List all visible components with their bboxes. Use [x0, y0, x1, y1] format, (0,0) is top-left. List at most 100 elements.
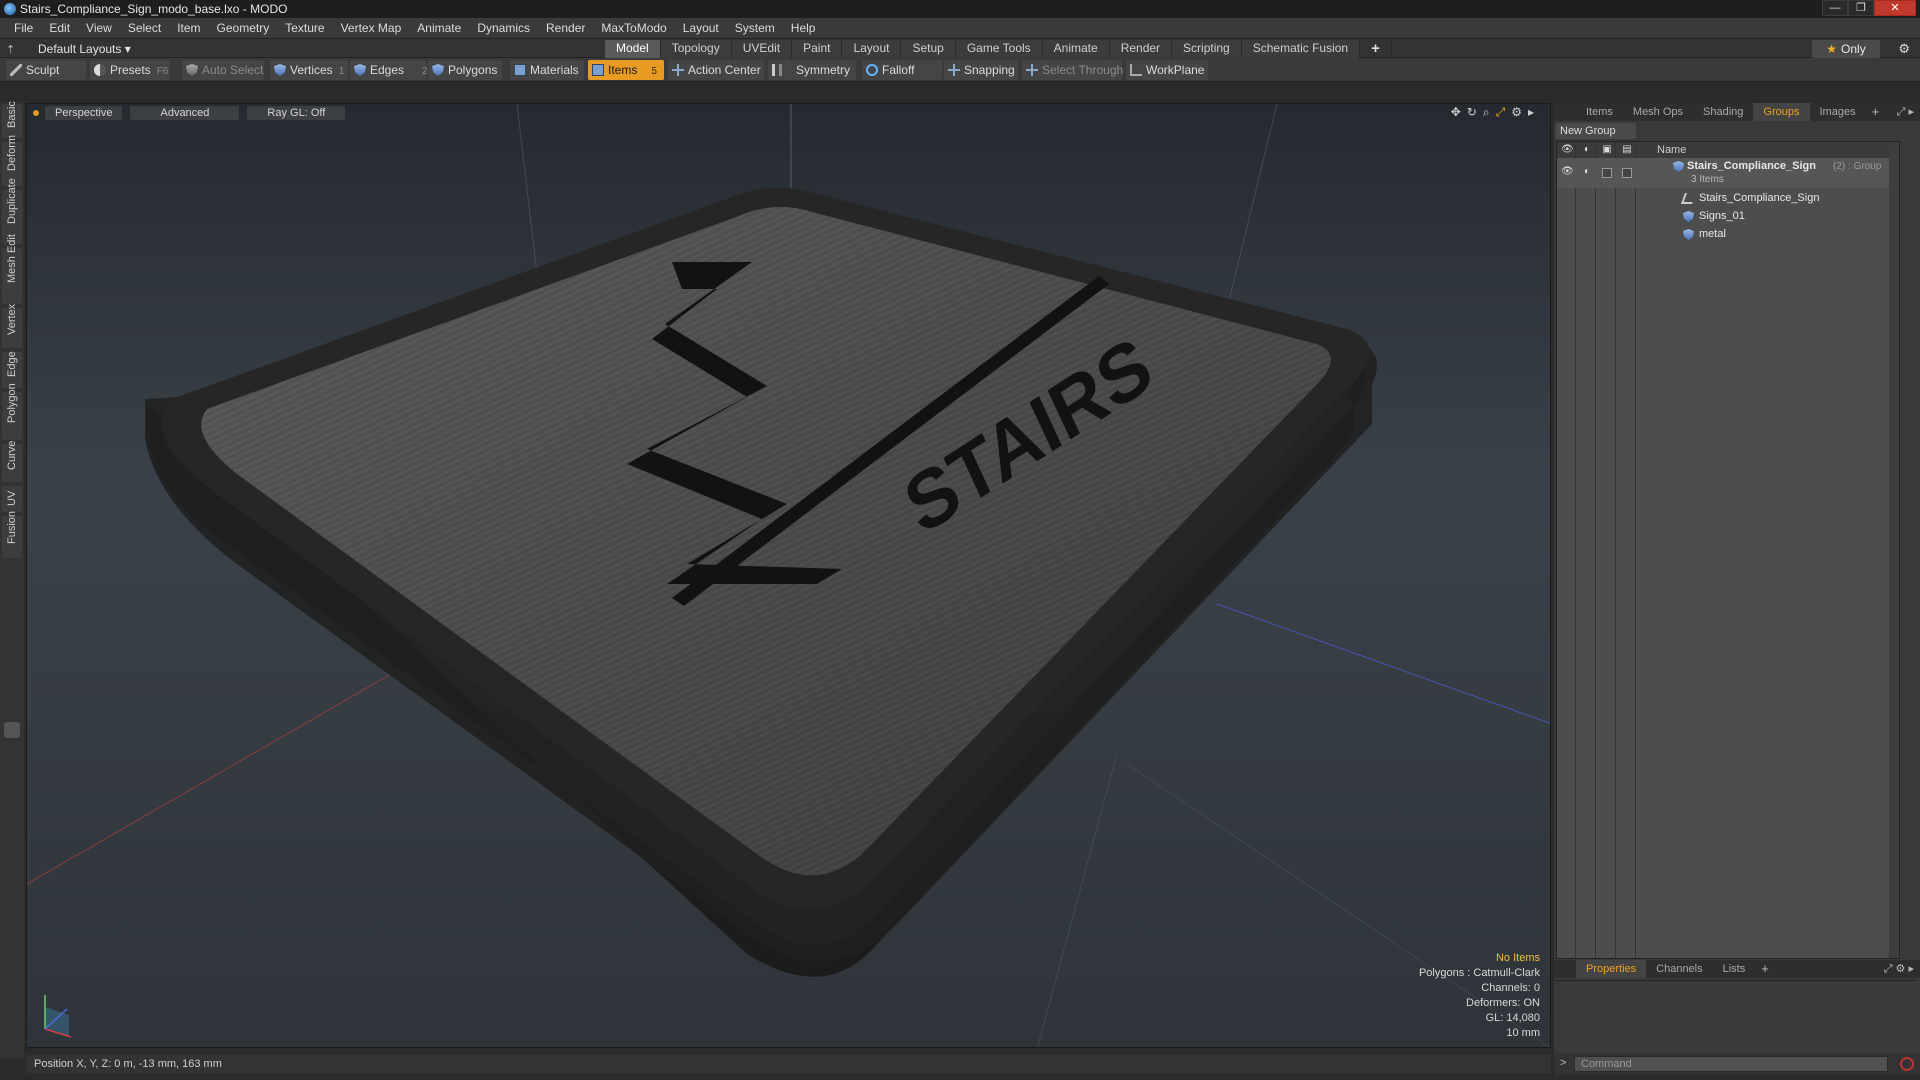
falloff-button[interactable]: Falloff — [862, 60, 942, 80]
vtab-vertex[interactable]: Vertex — [2, 304, 22, 348]
select-column-icon[interactable]: ▤ — [1621, 144, 1633, 156]
vtab-polygon[interactable]: Polygon — [2, 383, 22, 440]
menu-help[interactable]: Help — [783, 18, 824, 38]
tab-setup[interactable]: Setup — [901, 40, 956, 58]
menu-vertex-map[interactable]: Vertex Map — [333, 18, 410, 38]
tab-animate[interactable]: Animate — [1042, 40, 1110, 58]
group-type: : Group — [1848, 161, 1882, 172]
vtab-curve[interactable]: Curve — [2, 441, 22, 482]
render-column-icon[interactable]: ◐ — [1581, 144, 1593, 156]
layouts-selector[interactable]: ⇡ Default Layouts ▾ — [6, 39, 131, 59]
tab-uvedit[interactable]: UVEdit — [731, 40, 793, 58]
auto-select-button[interactable]: Auto Select — [182, 60, 264, 80]
panel-toggle-button[interactable] — [4, 722, 20, 738]
render-toggle-icon[interactable]: ◐ — [1581, 166, 1593, 178]
snapping-button[interactable]: Snapping — [944, 60, 1018, 80]
select-through-button[interactable]: Select Through — [1022, 60, 1123, 80]
tab-model[interactable]: Model — [605, 40, 661, 58]
visibility-column-icon[interactable]: 👁 — [1561, 144, 1574, 156]
command-input[interactable] — [1574, 1056, 1888, 1072]
menu-layout[interactable]: Layout — [675, 18, 727, 38]
gear-icon[interactable]: ⚙ — [1898, 41, 1910, 57]
tab-properties[interactable]: Properties — [1576, 960, 1647, 978]
tab-channels[interactable]: Channels — [1646, 960, 1712, 978]
shading-mode-button[interactable]: Advanced — [130, 106, 240, 120]
vtab-fusion[interactable]: Fusion — [2, 511, 22, 558]
menu-geometry[interactable]: Geometry — [209, 18, 278, 38]
menu-item[interactable]: Item — [169, 18, 208, 38]
edges-button[interactable]: Edges 2 — [350, 60, 428, 80]
menu-animate[interactable]: Animate — [409, 18, 469, 38]
action-center-button[interactable]: Action Center — [668, 60, 764, 80]
tab-mesh-ops[interactable]: Mesh Ops — [1623, 103, 1693, 121]
workplane-button[interactable]: WorkPlane — [1126, 60, 1208, 80]
tab-images[interactable]: Images — [1810, 103, 1866, 121]
list-item[interactable]: Signs_01 — [1557, 208, 1899, 226]
menu-view[interactable]: View — [78, 18, 120, 38]
lock-checkbox[interactable] — [1602, 168, 1612, 178]
tab-items[interactable]: Items — [1576, 103, 1623, 121]
tab-paint[interactable]: Paint — [792, 40, 843, 58]
tab-layout[interactable]: Layout — [842, 40, 902, 58]
tab-topology[interactable]: Topology — [660, 40, 732, 58]
zoom-icon[interactable]: ⌕ — [1483, 105, 1490, 120]
menu-dynamics[interactable]: Dynamics — [469, 18, 538, 38]
collapse-arrow-icon[interactable]: ⇡ — [6, 43, 24, 56]
add-panel-tab-button[interactable]: + — [1866, 103, 1886, 121]
tab-shading[interactable]: Shading — [1693, 103, 1753, 121]
3d-viewport[interactable]: STAIRS Perspective Advanced Ray GL: Off … — [26, 103, 1551, 1048]
menu-file[interactable]: File — [6, 18, 41, 38]
viewport-more-icon[interactable]: ▸ — [1528, 105, 1534, 120]
tab-render[interactable]: Render — [1109, 40, 1173, 58]
vtab-mesh-edit[interactable]: Mesh Edit — [2, 234, 22, 304]
name-column-header[interactable]: Name — [1657, 144, 1686, 156]
vtab-basic[interactable]: Basic — [2, 101, 22, 138]
viewport-menu-dot[interactable] — [33, 110, 39, 116]
scene-render[interactable]: STAIRS — [27, 104, 1551, 1048]
rotate-icon[interactable]: ↻ — [1467, 105, 1477, 120]
tab-schematic-fusion[interactable]: Schematic Fusion — [1241, 40, 1361, 58]
layouts-dropdown[interactable]: Default Layouts ▾ — [38, 42, 131, 56]
symmetry-button[interactable]: Symmetry — [768, 60, 856, 80]
list-item[interactable]: Stairs_Compliance_Sign — [1557, 190, 1899, 208]
tab-lists[interactable]: Lists — [1713, 960, 1756, 978]
maximize-button[interactable]: ❐ — [1848, 0, 1874, 16]
menu-edit[interactable]: Edit — [41, 18, 78, 38]
only-button[interactable]: ★ Only — [1812, 40, 1880, 58]
select-checkbox[interactable] — [1622, 168, 1632, 178]
eye-icon[interactable]: 👁 — [1561, 166, 1574, 178]
minimize-button[interactable]: — — [1822, 0, 1848, 16]
vertices-button[interactable]: Vertices 1 — [270, 60, 348, 80]
raygl-button[interactable]: Ray GL: Off — [247, 106, 346, 120]
presets-button[interactable]: Presets F6 — [90, 60, 170, 80]
tab-game-tools[interactable]: Game Tools — [955, 40, 1043, 58]
vtab-uv[interactable]: UV — [2, 486, 22, 512]
viewport-settings-icon[interactable]: ⚙ — [1511, 105, 1522, 120]
expand-panel-icon[interactable]: ⤢ ▸ — [1897, 105, 1914, 119]
polygons-button[interactable]: Polygons — [428, 60, 502, 80]
tab-groups[interactable]: Groups — [1753, 103, 1810, 121]
lock-column-icon[interactable]: ▣ — [1601, 144, 1613, 156]
add-tab-button[interactable]: + — [1360, 40, 1392, 58]
add-properties-tab-button[interactable]: + — [1755, 960, 1775, 978]
view-mode-button[interactable]: Perspective — [45, 106, 123, 120]
list-item[interactable]: metal — [1557, 226, 1899, 244]
pan-icon[interactable]: ✥ — [1451, 105, 1461, 120]
menu-maxtomodo[interactable]: MaxToModo — [593, 18, 674, 38]
menu-select[interactable]: Select — [120, 18, 169, 38]
stop-icon[interactable] — [1900, 1057, 1914, 1071]
menu-render[interactable]: Render — [538, 18, 593, 38]
menu-texture[interactable]: Texture — [277, 18, 332, 38]
sculpt-button[interactable]: Sculpt — [6, 60, 86, 80]
menu-system[interactable]: System — [727, 18, 783, 38]
list-scrollbar[interactable] — [1889, 142, 1899, 958]
tab-scripting[interactable]: Scripting — [1172, 40, 1242, 58]
maximize-viewport-icon[interactable]: ⤢ — [1496, 105, 1506, 120]
group-row[interactable]: 👁 ◐ Stairs_Compliance_Sign (2) : Group 3… — [1557, 158, 1899, 188]
group-count: (2) : Group — [1833, 161, 1881, 172]
materials-button[interactable]: Materials — [510, 60, 584, 80]
properties-settings-icon[interactable]: ⤢ ⚙ ▸ — [1884, 962, 1914, 976]
close-button[interactable]: ✕ — [1874, 0, 1916, 16]
items-button[interactable]: Items 5 — [588, 60, 664, 80]
new-group-button[interactable]: New Group — [1556, 123, 1636, 139]
